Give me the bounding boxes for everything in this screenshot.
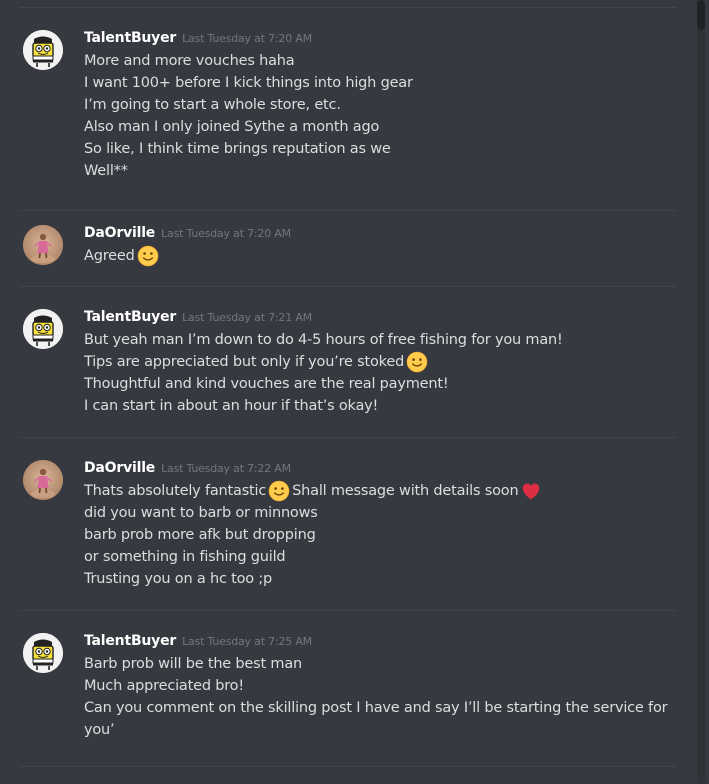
avatar[interactable]: [23, 460, 63, 500]
message-text: I can start in about an hour if that’s o…: [84, 398, 379, 414]
message-line: But yeah man I’m down to do 4-5 hours of…: [84, 329, 563, 351]
message-text: Shall message with details soon: [292, 483, 519, 499]
message-list[interactable]: TalentBuyer Last Tuesday at 7:20 AM More a…: [0, 0, 696, 784]
message-line: Thoughtful and kind vouches are the real…: [84, 373, 563, 395]
message-line: Also man I only joined Sythe a month ago: [84, 116, 413, 138]
message-text: Agreed: [84, 248, 135, 264]
slightly-smiling-face-emoji: [406, 351, 428, 373]
message-header: TalentBuyer Last Tuesday at 7:25 AM: [84, 633, 312, 653]
message-timestamp[interactable]: Last Tuesday at 7:20 AM: [182, 32, 312, 45]
message-line: I’m going to start a whole store, etc.: [84, 94, 413, 116]
author-name[interactable]: DaOrville: [84, 460, 155, 476]
message-text: So like, I think time brings reputation …: [84, 141, 391, 157]
message-line: So like, I think time brings reputation …: [84, 138, 413, 160]
message-timestamp[interactable]: Last Tuesday at 7:20 AM: [161, 227, 291, 240]
avatar[interactable]: [23, 309, 63, 349]
message-content: Agreed: [84, 245, 161, 267]
message-timestamp[interactable]: Last Tuesday at 7:21 AM: [182, 311, 312, 324]
message-text: More and more vouches haha: [84, 53, 295, 69]
message-text: I want 100+ before I kick things into hi…: [84, 75, 413, 91]
message-divider: [20, 7, 676, 8]
message-text: Can you comment on the skilling post I h…: [84, 700, 668, 716]
message-content: But yeah man I’m down to do 4-5 hours of…: [84, 329, 563, 417]
message-line: Can you comment on the skilling post I h…: [84, 697, 668, 719]
message-line: Tips are appreciated but only if you’re …: [84, 351, 563, 373]
message-header: TalentBuyer Last Tuesday at 7:21 AM: [84, 309, 312, 329]
author-name[interactable]: DaOrville: [84, 225, 155, 241]
message-line: Barb prob will be the best man: [84, 653, 667, 675]
message-text: I’m going to start a whole store, etc.: [84, 97, 341, 113]
message-text: Much appreciated bro!: [84, 678, 244, 694]
message-line: barb prob more afk but dropping: [84, 524, 544, 546]
scrollbar[interactable]: [697, 0, 705, 784]
message-divider: [20, 210, 676, 211]
message-line: I can start in about an hour if that’s o…: [84, 395, 563, 417]
message-text: Trusting you on a hc too ;p: [84, 571, 273, 587]
message-line: or something in fishing guild: [84, 546, 544, 568]
message-line: Trusting you on a hc too ;p: [84, 568, 544, 590]
message-divider: [20, 437, 676, 438]
message-text: you’: [84, 722, 115, 738]
avatar[interactable]: [23, 225, 63, 265]
message-header: DaOrville Last Tuesday at 7:20 AM: [84, 225, 291, 245]
author-name[interactable]: TalentBuyer: [84, 30, 176, 46]
message-content: More and more vouches haha I want 100+ be…: [84, 50, 413, 182]
message-line: Well**: [84, 160, 413, 182]
message-line: More and more vouches haha: [84, 50, 413, 72]
message-divider: [20, 766, 676, 767]
message-divider: [20, 286, 676, 287]
message-text: Thats absolutely fantastic: [84, 483, 267, 499]
message-text: Well**: [84, 163, 128, 179]
avatar[interactable]: [23, 633, 63, 673]
message-line: I want 100+ before I kick things into hi…: [84, 72, 413, 94]
message-line: Much appreciated bro!: [84, 675, 667, 697]
slightly-smiling-face-emoji: [137, 245, 159, 267]
author-name[interactable]: TalentBuyer: [84, 633, 176, 649]
message-text: Also man I only joined Sythe a month ago: [84, 119, 380, 135]
message-line: did you want to barb or minnows: [84, 502, 544, 524]
message-content: Thats absolutely fantastic Shall message …: [84, 480, 544, 590]
message-text: or something in fishing guild: [84, 549, 286, 565]
message-text: barb prob more afk but dropping: [84, 527, 316, 543]
message-divider: [20, 610, 676, 611]
message-timestamp[interactable]: Last Tuesday at 7:25 AM: [182, 635, 312, 648]
message-content: Barb prob will be the best man Much appre…: [84, 653, 668, 741]
message-text: Tips are appreciated but only if you’re …: [84, 354, 405, 370]
message-line: you’: [84, 719, 667, 741]
message-line: Agreed: [84, 245, 161, 267]
message-header: DaOrville Last Tuesday at 7:22 AM: [84, 460, 291, 480]
message-header: TalentBuyer Last Tuesday at 7:20 AM: [84, 30, 312, 50]
message-text: did you want to barb or minnows: [84, 505, 318, 521]
message-text: But yeah man I’m down to do 4-5 hours of…: [84, 332, 563, 348]
message-line: Thats absolutely fantastic Shall message …: [84, 480, 544, 502]
avatar[interactable]: [23, 30, 63, 70]
red-heart-emoji: [520, 480, 542, 502]
message-timestamp[interactable]: Last Tuesday at 7:22 AM: [161, 462, 291, 475]
message-text: Barb prob will be the best man: [84, 656, 303, 672]
author-name[interactable]: TalentBuyer: [84, 309, 176, 325]
slightly-smiling-face-emoji: [268, 480, 290, 502]
scrollbar-thumb[interactable]: [697, 0, 705, 30]
message-text: Thoughtful and kind vouches are the real…: [84, 376, 449, 392]
